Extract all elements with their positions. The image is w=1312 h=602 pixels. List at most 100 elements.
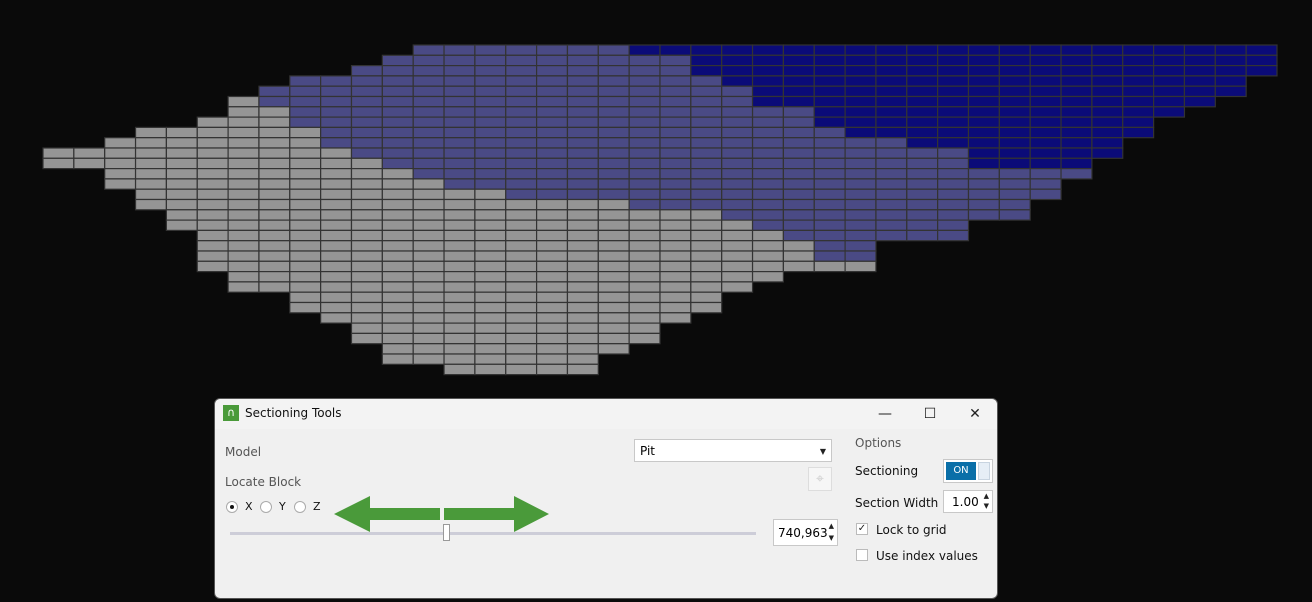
- model-block: [721, 271, 754, 283]
- model-block: [566, 353, 599, 365]
- model-select[interactable]: Pit ▼: [634, 439, 832, 462]
- model-block: [258, 157, 291, 170]
- model-block: [813, 75, 846, 87]
- model-block: [350, 106, 383, 118]
- model-block: [875, 188, 908, 201]
- spin-up-icon[interactable]: ▲: [829, 522, 834, 530]
- model-block: [443, 219, 476, 232]
- model-block: [227, 209, 260, 221]
- model-block: [751, 64, 784, 77]
- close-button[interactable]: ✕: [955, 402, 995, 426]
- app-logo-icon: ∩: [223, 405, 239, 421]
- lock-to-grid-checkbox[interactable]: ✓: [856, 523, 868, 535]
- model-block: [443, 168, 476, 180]
- model-block: [443, 137, 476, 149]
- model-block: [937, 95, 970, 108]
- model-block: [1060, 44, 1093, 56]
- model-block: [566, 363, 599, 376]
- block-model-view[interactable]: [0, 0, 1312, 400]
- model-block: [258, 126, 291, 139]
- model-block: [659, 126, 692, 139]
- model-block: [782, 178, 815, 190]
- model-block: [196, 188, 229, 201]
- options-label: Options: [855, 436, 902, 450]
- model-block: [998, 126, 1031, 139]
- model-block: [381, 301, 414, 314]
- model-block: [690, 198, 723, 211]
- model-block: [998, 209, 1031, 221]
- model-block: [844, 137, 877, 149]
- model-block: [659, 209, 692, 221]
- model-block: [1029, 85, 1062, 98]
- model-block: [289, 137, 322, 149]
- model-block: [813, 157, 846, 170]
- model-block: [505, 54, 538, 67]
- model-block: [937, 126, 970, 139]
- model-block: [597, 322, 630, 335]
- model-block: [412, 229, 445, 242]
- model-block: [505, 147, 538, 159]
- model-block: [937, 209, 970, 221]
- model-block: [505, 85, 538, 98]
- model-block: [628, 54, 661, 67]
- model-block: [443, 95, 476, 108]
- axis-z-radio[interactable]: [294, 501, 306, 513]
- model-select-value: Pit: [640, 444, 656, 458]
- model-block: [937, 188, 970, 201]
- model-block: [844, 240, 877, 252]
- model-block: [721, 64, 754, 77]
- use-index-values-checkbox[interactable]: [856, 549, 868, 561]
- model-block: [289, 178, 322, 190]
- model-block: [320, 250, 353, 262]
- model-block: [474, 85, 507, 98]
- model-block: [813, 240, 846, 252]
- model-block: [782, 219, 815, 232]
- toggle-on-label: ON: [946, 462, 976, 480]
- model-block: [1060, 137, 1093, 149]
- model-block: [1029, 95, 1062, 108]
- position-spinbox[interactable]: 740,963 ▲ ▼: [773, 519, 838, 546]
- model-block: [443, 260, 476, 273]
- spin-up-icon[interactable]: ▲: [984, 492, 989, 500]
- model-block: [1183, 54, 1216, 67]
- minimize-button[interactable]: —: [865, 402, 905, 426]
- model-block: [289, 188, 322, 201]
- model-block: [474, 198, 507, 211]
- model-block: [443, 281, 476, 293]
- model-block: [505, 178, 538, 190]
- locate-block-label: Locate Block: [225, 475, 302, 489]
- model-block: [937, 157, 970, 170]
- model-block: [289, 291, 322, 304]
- spin-down-icon[interactable]: ▼: [829, 534, 834, 542]
- model-block: [751, 240, 784, 252]
- model-block: [1060, 75, 1093, 87]
- model-block: [505, 137, 538, 149]
- model-block: [782, 147, 815, 159]
- model-block: [628, 301, 661, 314]
- model-block: [659, 198, 692, 211]
- model-block: [381, 126, 414, 139]
- model-block: [659, 85, 692, 98]
- sectioning-toggle[interactable]: ON: [943, 459, 993, 483]
- model-block: [412, 260, 445, 273]
- model-block: [690, 250, 723, 262]
- title-bar[interactable]: ∩ Sectioning Tools — ☐ ✕: [215, 399, 997, 429]
- model-block: [813, 106, 846, 118]
- locate-target-button[interactable]: ⌖: [808, 467, 832, 491]
- position-slider-thumb[interactable]: [442, 524, 450, 541]
- spin-down-icon[interactable]: ▼: [984, 502, 989, 510]
- model-block: [998, 116, 1031, 128]
- maximize-button[interactable]: ☐: [910, 402, 950, 426]
- model-block: [165, 147, 198, 159]
- model-block: [320, 260, 353, 273]
- axis-x-radio[interactable]: [226, 501, 238, 513]
- section-width-spinbox[interactable]: 1.00 ▲ ▼: [943, 490, 993, 513]
- axis-z-label: Z: [313, 500, 321, 513]
- model-block: [628, 75, 661, 87]
- position-slider-track[interactable]: [230, 532, 756, 535]
- model-block: [628, 157, 661, 170]
- axis-y-radio[interactable]: [260, 501, 272, 513]
- model-block: [967, 116, 1000, 128]
- model-block: [350, 240, 383, 252]
- model-block: [967, 188, 1000, 201]
